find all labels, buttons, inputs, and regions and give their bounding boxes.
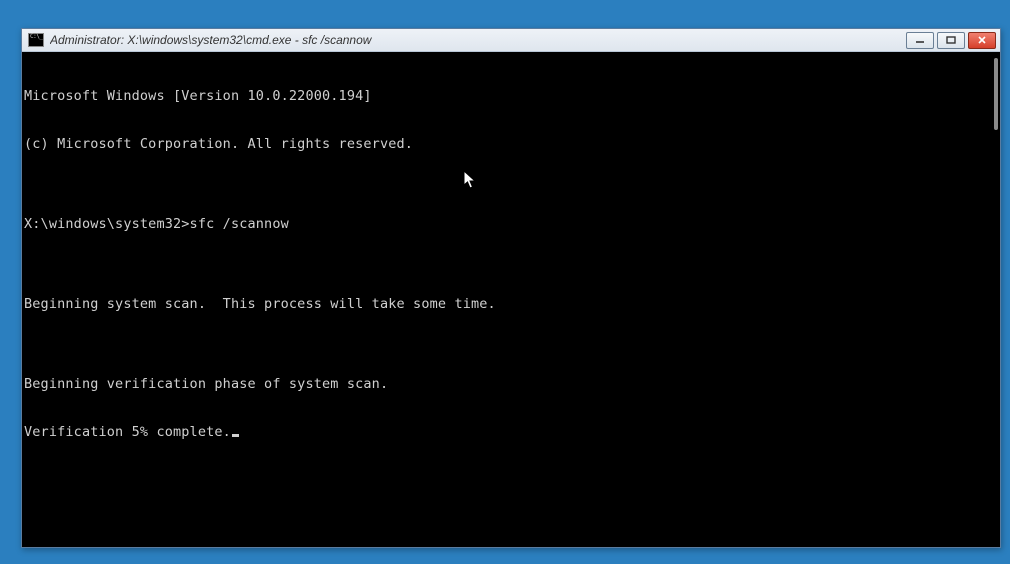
console-line: Verification 5% complete. [24, 424, 998, 440]
maximize-button[interactable] [937, 32, 965, 49]
console-line: Beginning verification phase of system s… [24, 376, 998, 392]
text-cursor [232, 434, 239, 437]
console-output: Microsoft Windows [Version 10.0.22000.19… [22, 52, 1000, 476]
titlebar[interactable]: Administrator: X:\windows\system32\cmd.e… [22, 29, 1000, 52]
window-title: Administrator: X:\windows\system32\cmd.e… [50, 33, 906, 47]
console-line: Beginning system scan. This process will… [24, 296, 998, 312]
console-line: X:\windows\system32>sfc /scannow [24, 216, 998, 232]
cmd-icon [28, 33, 44, 47]
close-button[interactable] [968, 32, 996, 49]
console-line: (c) Microsoft Corporation. All rights re… [24, 136, 998, 152]
command-prompt-window: Administrator: X:\windows\system32\cmd.e… [21, 28, 1001, 548]
console-body[interactable]: Microsoft Windows [Version 10.0.22000.19… [22, 52, 1000, 547]
window-controls [906, 29, 1000, 51]
scrollbar-thumb[interactable] [994, 58, 998, 130]
console-line: Microsoft Windows [Version 10.0.22000.19… [24, 88, 998, 104]
minimize-button[interactable] [906, 32, 934, 49]
